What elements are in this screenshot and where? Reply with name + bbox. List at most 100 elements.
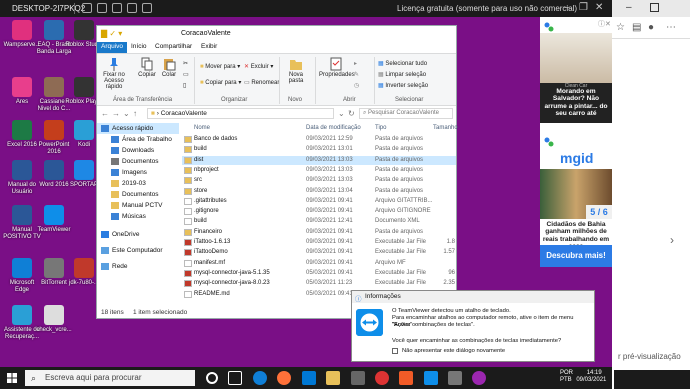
communicate-icon[interactable] xyxy=(127,3,137,13)
windows-start-icon[interactable] xyxy=(7,373,17,383)
tab-file[interactable]: Arquivo xyxy=(97,42,128,53)
settings-icon[interactable] xyxy=(448,371,462,385)
file-row[interactable]: dist 09/03/2021 13:03 Pasta de arquivos xyxy=(182,155,456,165)
desktop-icon[interactable]: TeamViewer xyxy=(34,205,74,234)
file-explorer-icon[interactable] xyxy=(326,371,340,385)
history-icon[interactable]: ◷ xyxy=(354,82,359,89)
column-type[interactable]: Tipo xyxy=(375,125,386,131)
column-size[interactable]: Tamanho xyxy=(433,125,458,131)
maximize-icon[interactable] xyxy=(650,3,659,12)
copy-path-icon[interactable]: ▭ xyxy=(183,71,189,78)
close-session-icon[interactable] xyxy=(82,3,92,13)
copy-to-button[interactable]: ■ Copiar para ▾ xyxy=(200,79,241,86)
refresh-icon[interactable]: ↻ xyxy=(348,109,355,118)
copy-button[interactable]: Copiar xyxy=(137,57,157,78)
teamviewer-taskbar-icon[interactable] xyxy=(424,371,438,385)
column-date[interactable]: Data de modificação xyxy=(306,125,361,131)
minimize-icon[interactable]: – xyxy=(564,2,570,13)
file-row[interactable]: .gitattributes 09/03/2021 09:41 Arquivo GI… xyxy=(182,197,456,206)
file-row[interactable]: nbproject 09/03/2021 13:03 Pasta de arquiv… xyxy=(182,166,456,175)
nav-item[interactable]: OneDrive xyxy=(97,229,179,240)
move-to-button[interactable]: ■ Mover para ▾ xyxy=(200,63,240,70)
next-arrow-icon[interactable]: › xyxy=(670,233,674,247)
quick-access-toolbar-icon[interactable]: ▇ ✓ ▾ xyxy=(101,29,122,38)
file-row[interactable]: build 09/03/2021 12:41 Documento XML xyxy=(182,217,456,226)
search-box[interactable]: ⌕ Pesquisar CoracaoValente xyxy=(359,108,453,119)
taskbar-search[interactable]: ⌕ Escreva aqui para procurar xyxy=(25,370,195,386)
ad-cta-button[interactable]: Descubra mais! xyxy=(540,245,612,267)
nav-item[interactable]: Acesso rápido xyxy=(97,123,179,134)
nav-item[interactable]: Rede xyxy=(97,261,179,272)
file-row[interactable]: manifest.mf 09/03/2021 09:41 Arquivo MF xyxy=(182,259,456,268)
file-row[interactable]: mysql-connector-java-5.1.35 05/03/2021 09… xyxy=(182,269,456,278)
paste-shortcut-icon[interactable]: ▯ xyxy=(183,82,186,89)
file-row[interactable]: Banco de dados 09/03/2021 12:59 Pasta de a… xyxy=(182,135,456,144)
edit-icon[interactable]: ✎ xyxy=(354,71,359,78)
file-row[interactable]: iTattooDemo 09/03/2021 09:41 Executable Ja… xyxy=(182,248,456,257)
app-icon-2[interactable] xyxy=(472,371,486,385)
nav-item[interactable]: Manual PCTV xyxy=(97,200,179,211)
new-folder-button[interactable]: Nova pasta xyxy=(283,57,309,84)
forward-icon[interactable]: → xyxy=(112,109,120,118)
file-row[interactable]: src 09/03/2021 13:03 Pasta de arquivos xyxy=(182,176,456,185)
nav-item[interactable]: 2019-03 xyxy=(97,178,179,189)
address-bar[interactable]: ■ › CoracaoValente xyxy=(147,108,334,119)
ad-panel[interactable]: ⓘ✕ Morando em Salvador? Não arrume a pin… xyxy=(540,17,612,267)
nav-item[interactable]: Músicas xyxy=(97,211,179,222)
files-icon[interactable] xyxy=(142,3,152,13)
cut-icon[interactable]: ✂ xyxy=(183,60,188,67)
desktop-icon[interactable]: check_vcre... xyxy=(34,305,74,334)
pin-button[interactable]: Fixar no Acesso rápido xyxy=(99,57,129,90)
dont-show-again-checkbox[interactable] xyxy=(392,348,398,354)
ad-headline-1[interactable]: Morando em Salvador? Não arrume a pintar… xyxy=(542,88,610,118)
select-all-button[interactable]: ▦ Selecionar tudo xyxy=(378,60,427,67)
firefox-icon[interactable] xyxy=(277,371,291,385)
nav-item[interactable]: Este Computador xyxy=(97,245,179,256)
more-icon[interactable]: ⋯ xyxy=(666,22,676,33)
cortana-icon[interactable] xyxy=(206,372,218,384)
file-row[interactable]: build 09/03/2021 13:01 Pasta de arquivos xyxy=(182,145,456,154)
nav-item[interactable]: Downloads xyxy=(97,145,179,156)
column-name[interactable]: Nome xyxy=(194,125,210,131)
nav-item[interactable]: Área de Trabalho xyxy=(97,134,179,145)
nav-item[interactable]: Documentos xyxy=(97,189,179,200)
teamviewer-notification[interactable]: ⓘ Informações O TeamViewer detectou um a… xyxy=(351,290,595,362)
tab-share[interactable]: Compartilhar xyxy=(151,42,196,53)
file-row[interactable]: store 09/03/2021 13:04 Pasta de arquivos xyxy=(182,187,456,196)
app-icon[interactable] xyxy=(399,371,413,385)
ad-image-car[interactable] xyxy=(540,33,612,83)
file-row[interactable]: iTattoo-1.6.13 09/03/2021 09:41 Executable… xyxy=(182,238,456,247)
recent-icon[interactable]: ⌄ xyxy=(123,109,130,118)
ad-close-icon[interactable]: ⓘ✕ xyxy=(598,19,611,29)
dont-show-again-label[interactable]: Não apresentar este diálogo novamente xyxy=(402,348,602,355)
restore-icon[interactable]: ❐ xyxy=(579,2,588,13)
view-icon[interactable] xyxy=(112,3,122,13)
rename-button[interactable]: ▭ Renomear xyxy=(244,79,279,86)
file-row[interactable]: .gitignore 09/03/2021 09:41 Arquivo GITIGN… xyxy=(182,207,456,216)
profile-icon[interactable]: ● xyxy=(648,22,654,33)
paste-button[interactable]: Colar xyxy=(159,57,179,78)
open-icon[interactable]: ▸ xyxy=(354,60,357,67)
actions-icon[interactable] xyxy=(97,3,107,13)
bookmark-icon[interactable]: ☆ xyxy=(616,22,625,33)
nav-item[interactable]: Imagens xyxy=(97,167,179,178)
store-icon[interactable] xyxy=(351,371,365,385)
chrome-icon[interactable] xyxy=(375,371,389,385)
collections-icon[interactable]: ▤ xyxy=(632,22,641,33)
vscode-icon[interactable] xyxy=(302,371,316,385)
invert-selection-button[interactable]: ▦ Inverter seleção xyxy=(378,82,428,89)
task-view-icon[interactable] xyxy=(228,371,242,385)
tab-home[interactable]: Início xyxy=(127,42,151,53)
address-dropdown-icon[interactable]: ⌄ xyxy=(338,109,345,118)
nav-item[interactable]: Documentos xyxy=(97,156,179,167)
system-tray[interactable]: POR 14:19 PTB 09/03/2021 xyxy=(560,370,606,384)
delete-button[interactable]: ✕ Excluir ▾ xyxy=(244,63,273,70)
up-icon[interactable]: ↑ xyxy=(133,109,137,118)
file-row[interactable]: mysql-connector-java-8.0.23 05/03/2021 11… xyxy=(182,279,456,288)
file-row[interactable]: Financeiro 09/03/2021 09:41 Pasta de arqui… xyxy=(182,228,456,237)
properties-button[interactable]: Propriedades xyxy=(319,57,355,78)
edge-icon[interactable] xyxy=(253,371,267,385)
tab-view[interactable]: Exibir xyxy=(197,42,221,53)
clear-selection-button[interactable]: ▦ Limpar seleção xyxy=(378,71,426,78)
minimize-icon[interactable]: – xyxy=(626,2,632,13)
